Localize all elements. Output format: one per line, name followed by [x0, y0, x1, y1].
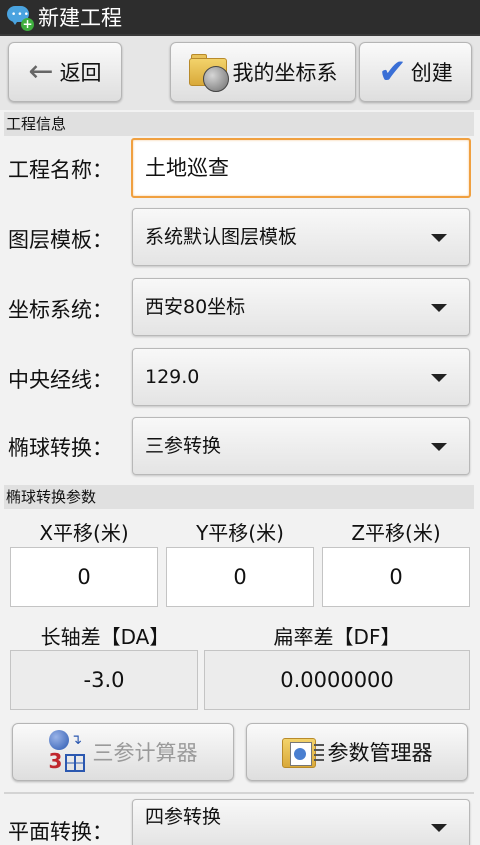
plane-transform-value: 四参转换: [145, 806, 222, 828]
central-meridian-value: 129.0: [145, 366, 200, 388]
back-button-label: 返回: [59, 61, 102, 85]
coord-button-label: 我的坐标系: [232, 61, 338, 85]
dropdown-arrow-icon: [431, 234, 447, 242]
y-shift-input[interactable]: 0: [166, 547, 314, 607]
checkmark-icon: ✔: [378, 52, 407, 92]
create-button-label: 创建: [410, 61, 453, 85]
ellipsoid-transform-value: 三参转换: [145, 435, 222, 457]
title-bar: ••• + 新建工程: [0, 0, 480, 36]
calc-button-label: 三参计算器: [92, 741, 198, 765]
z-shift-label: Z平移(米): [351, 521, 441, 545]
layer-template-label: 图层模板：: [8, 228, 113, 252]
arrow-left-icon: ←: [28, 54, 54, 89]
app-icon: ••• +: [6, 4, 34, 31]
central-meridian-label: 中央经线：: [8, 368, 113, 392]
z-shift-input[interactable]: 0: [322, 547, 470, 607]
plane-transform-dropdown[interactable]: 四参转换: [132, 799, 470, 845]
x-shift-input[interactable]: 0: [10, 547, 158, 607]
folder-globe-icon: [188, 52, 231, 92]
df-input[interactable]: 0.0000000: [204, 650, 470, 710]
ellipsoid-transform-label: 椭球转换：: [8, 436, 113, 460]
window-title: 新建工程: [38, 6, 122, 30]
param-manager-button[interactable]: 参数管理器: [246, 723, 468, 781]
central-meridian-dropdown[interactable]: 129.0: [132, 348, 470, 406]
coord-system-label: 坐标系统：: [8, 298, 113, 322]
x-shift-label: X平移(米): [39, 521, 129, 545]
df-label: 扁率差【DF】: [273, 625, 401, 649]
plane-transform-label: 平面转换：: [8, 820, 113, 844]
section-header-project-info: 工程信息: [4, 112, 474, 136]
da-label: 长轴差【DA】: [40, 625, 170, 649]
param-button-label: 参数管理器: [327, 741, 433, 765]
coord-system-value: 西安80坐标: [145, 296, 246, 318]
param-manager-icon: [281, 732, 326, 772]
y-shift-label: Y平移(米): [196, 521, 284, 545]
calculator-icon: ↴ 3: [48, 730, 89, 774]
three-param-calculator-button[interactable]: ↴ 3 三参计算器: [12, 723, 234, 781]
dropdown-arrow-icon: [431, 824, 447, 832]
create-button[interactable]: ✔ 创建: [359, 42, 472, 102]
back-button[interactable]: ← 返回: [8, 42, 122, 102]
section-header-ellipsoid-params: 椭球转换参数: [4, 485, 474, 509]
dropdown-arrow-icon: [431, 374, 447, 382]
layer-template-value: 系统默认图层模板: [145, 226, 298, 248]
project-name-input[interactable]: 土地巡查: [131, 138, 471, 198]
toolbar: ← 返回 我的坐标系 ✔ 创建: [0, 36, 480, 110]
project-name-label: 工程名称：: [8, 158, 113, 182]
divider: [4, 792, 474, 794]
dropdown-arrow-icon: [431, 304, 447, 312]
coord-system-dropdown[interactable]: 西安80坐标: [132, 278, 470, 336]
ellipsoid-transform-dropdown[interactable]: 三参转换: [132, 417, 470, 475]
dropdown-arrow-icon: [431, 443, 447, 451]
my-coordinate-system-button[interactable]: 我的坐标系: [170, 42, 356, 102]
da-input[interactable]: -3.0: [10, 650, 198, 710]
layer-template-dropdown[interactable]: 系统默认图层模板: [132, 208, 470, 266]
